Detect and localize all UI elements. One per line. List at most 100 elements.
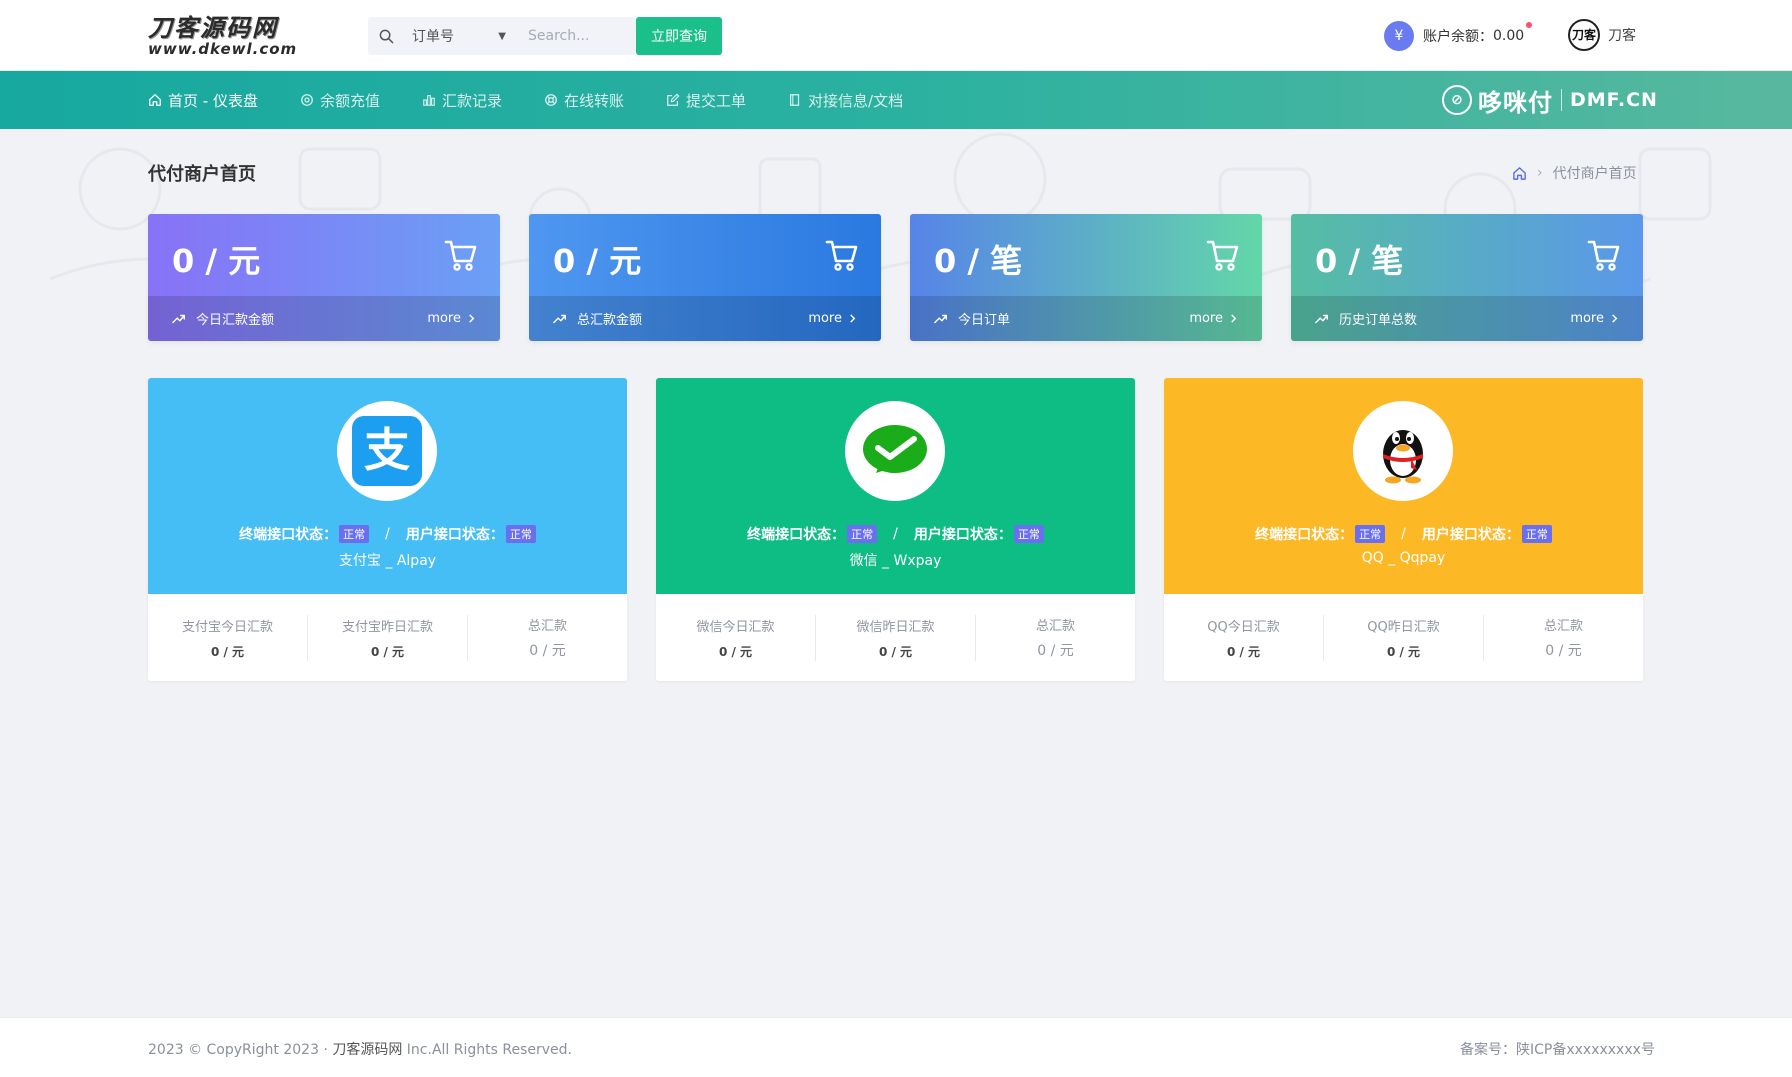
nav-item-submit-ticket[interactable]: 提交工单 (666, 90, 746, 111)
payment-stat: 支付宝今日汇款 0 / 元 (148, 614, 308, 661)
footer: 2023 © CopyRight 2023 · 刀客源码网 Inc.All Ri… (0, 1017, 1792, 1077)
more-link[interactable]: more (1570, 311, 1619, 326)
nav-item-recharge[interactable]: 余额充值 (300, 90, 380, 111)
user-status-label: 用户接口状态： (913, 527, 1012, 543)
stat-label: 今日订单 (958, 313, 1011, 328)
stat-value: 0 / 元 (172, 242, 261, 280)
payment-stat: 总汇款 0 / 元 (976, 615, 1135, 661)
nav-item-online-transfer[interactable]: 在线转账 (544, 90, 624, 111)
brand-logo: ⊘ 哆咪付 DMF.CN (1442, 84, 1658, 117)
nav-item-label: 提交工单 (686, 91, 747, 110)
stat-footer: 总汇款金额 more (529, 296, 881, 341)
alipay-logo: 支 (337, 401, 437, 501)
status-badge: 正常 (847, 525, 878, 543)
payment-stat: 微信昨日汇款 0 / 元 (816, 614, 976, 661)
payment-stat-label: 总汇款 (1035, 619, 1075, 634)
payment-stats: 支付宝今日汇款 0 / 元 支付宝昨日汇款 0 / 元 总汇款 0 / 元 (148, 594, 627, 681)
copyright: 2023 © CopyRight 2023 · 刀客源码网 Inc.All Ri… (148, 1039, 572, 1059)
caret-down-icon: ▼ (498, 30, 506, 42)
more-label: more (427, 311, 461, 326)
brand-domain: DMF.CN (1570, 89, 1658, 111)
status-separator: / (1401, 526, 1406, 542)
page-title: 代付商户首页 (148, 164, 256, 185)
more-link[interactable]: more (1189, 311, 1238, 326)
chevron-right-icon (850, 314, 856, 323)
search-type-value: 订单号 (412, 29, 454, 45)
stat-footer: 今日汇款金额 more (148, 296, 500, 341)
status-separator: / (893, 526, 898, 542)
breadcrumb-separator: › (1537, 165, 1543, 181)
user-menu[interactable]: 刀客 刀客 (1568, 18, 1636, 52)
trend-up-icon (1315, 314, 1328, 323)
chevron-right-icon (1612, 314, 1618, 323)
account-balance[interactable]: ¥ 账户余额： 0.00 (1384, 20, 1533, 52)
more-link[interactable]: more (808, 311, 857, 326)
brand-divider (1561, 89, 1562, 111)
more-label: more (808, 311, 842, 326)
payment-stat-value: 0 / 元 (370, 644, 405, 659)
nav-item-label: 对接信息/文档 (808, 91, 904, 110)
bar-chart-icon (423, 95, 435, 106)
icp-record[interactable]: 备案号：陕ICP备xxxxxxxxx号 (1460, 1039, 1655, 1059)
logo-sub-text: www.dkewl.com (148, 40, 298, 58)
interface-status: 终端接口状态： 正常 / 用户接口状态： 正常 (148, 524, 627, 544)
search-type-select[interactable]: 订单号 ▼ (404, 17, 516, 55)
terminal-status-label: 终端接口状态： (239, 527, 338, 543)
trend-up-icon (172, 314, 185, 323)
yuan-icon: ¥ (1384, 21, 1414, 51)
payment-stat-value: 0 / 元 (1545, 643, 1582, 659)
terminal-status-label: 终端接口状态： (1255, 527, 1354, 543)
payment-stat: 总汇款 0 / 元 (468, 615, 627, 661)
payment-stat-value: 0 / 元 (210, 644, 245, 659)
more-label: more (1570, 311, 1604, 326)
home-icon (149, 94, 161, 106)
payment-stat-value: 0 / 元 (718, 644, 753, 659)
nav-item-label: 汇款记录 (441, 91, 502, 110)
stat-label: 总汇款金额 (577, 313, 643, 328)
main-nav: 首页 - 仪表盘 余额充值 汇款记录 在线转账 提交工单 对接信息/文档 ⊘ 哆… (0, 71, 1792, 129)
alipay-card-header: 支 终端接口状态： 正常 / 用户接口状态： 正常 支付宝 _ Alpay (148, 378, 627, 594)
notification-dot (1526, 22, 1533, 28)
qq-card-header: 终端接口状态： 正常 / 用户接口状态： 正常 QQ _ Qqpay (1164, 378, 1643, 594)
status-separator: / (385, 526, 390, 542)
site-logo[interactable]: 刀客源码网 www.dkewl.com (148, 14, 348, 58)
payment-stats: QQ今日汇款 0 / 元 QQ昨日汇款 0 / 元 总汇款 0 / 元 (1164, 594, 1643, 681)
payment-stat: QQ今日汇款 0 / 元 (1164, 614, 1324, 661)
svg-text:支: 支 (364, 423, 410, 477)
payment-name: 微信 _ Wxpay (849, 553, 942, 569)
payment-stat: 微信今日汇款 0 / 元 (656, 614, 816, 661)
breadcrumb: › 代付商户首页 (1512, 163, 1637, 183)
search-input[interactable] (516, 17, 636, 55)
username: 刀客 (1608, 28, 1636, 44)
brand-name: 哆咪付 (1478, 88, 1553, 117)
search-submit-button[interactable]: 立即查询 (636, 17, 722, 55)
payment-stats: 微信今日汇款 0 / 元 微信昨日汇款 0 / 元 总汇款 0 / 元 (656, 594, 1135, 681)
stat-label: 今日汇款金额 (196, 313, 275, 328)
stat-footer: 历史订单总数 more (1291, 296, 1643, 341)
payment-stat-label: 总汇款 (1543, 619, 1583, 634)
copyright-suffix: Inc.All Rights Reserved. (406, 1042, 572, 1058)
payment-name: 支付宝 _ Alpay (338, 553, 437, 569)
cart-icon (825, 240, 858, 271)
user-status-label: 用户接口状态： (405, 527, 504, 543)
wechat-pay-icon (863, 425, 927, 473)
status-badge: 正常 (505, 525, 536, 543)
nav-item-api-docs[interactable]: 对接信息/文档 (788, 90, 903, 111)
payment-stat-label: QQ昨日汇款 (1367, 619, 1440, 635)
user-status-label: 用户接口状态： (1421, 527, 1520, 543)
nav-item-remittance-records[interactable]: 汇款记录 (422, 90, 502, 111)
footer-site-link[interactable]: 刀客源码网 (332, 1042, 402, 1058)
avatar: 刀客 (1568, 19, 1600, 51)
stat-footer: 今日订单 more (910, 296, 1262, 341)
stat-value: 0 / 元 (553, 242, 642, 280)
more-link[interactable]: more (427, 311, 476, 326)
nav-item-dashboard[interactable]: 首页 - 仪表盘 (148, 90, 258, 111)
home-icon[interactable] (1512, 166, 1527, 181)
stat-card-today-amount: 0 / 元 今日汇款金额 more (148, 214, 500, 341)
payment-stat-label: 支付宝今日汇款 (181, 619, 273, 635)
interface-status: 终端接口状态： 正常 / 用户接口状态： 正常 (656, 524, 1135, 544)
qq-card: 终端接口状态： 正常 / 用户接口状态： 正常 QQ _ Qqpay QQ今日汇… (1164, 378, 1643, 681)
stat-card-today-orders: 0 / 笔 今日订单 more (910, 214, 1262, 341)
chevron-right-icon (469, 314, 475, 323)
balance-value: 0.00 (1493, 28, 1525, 44)
